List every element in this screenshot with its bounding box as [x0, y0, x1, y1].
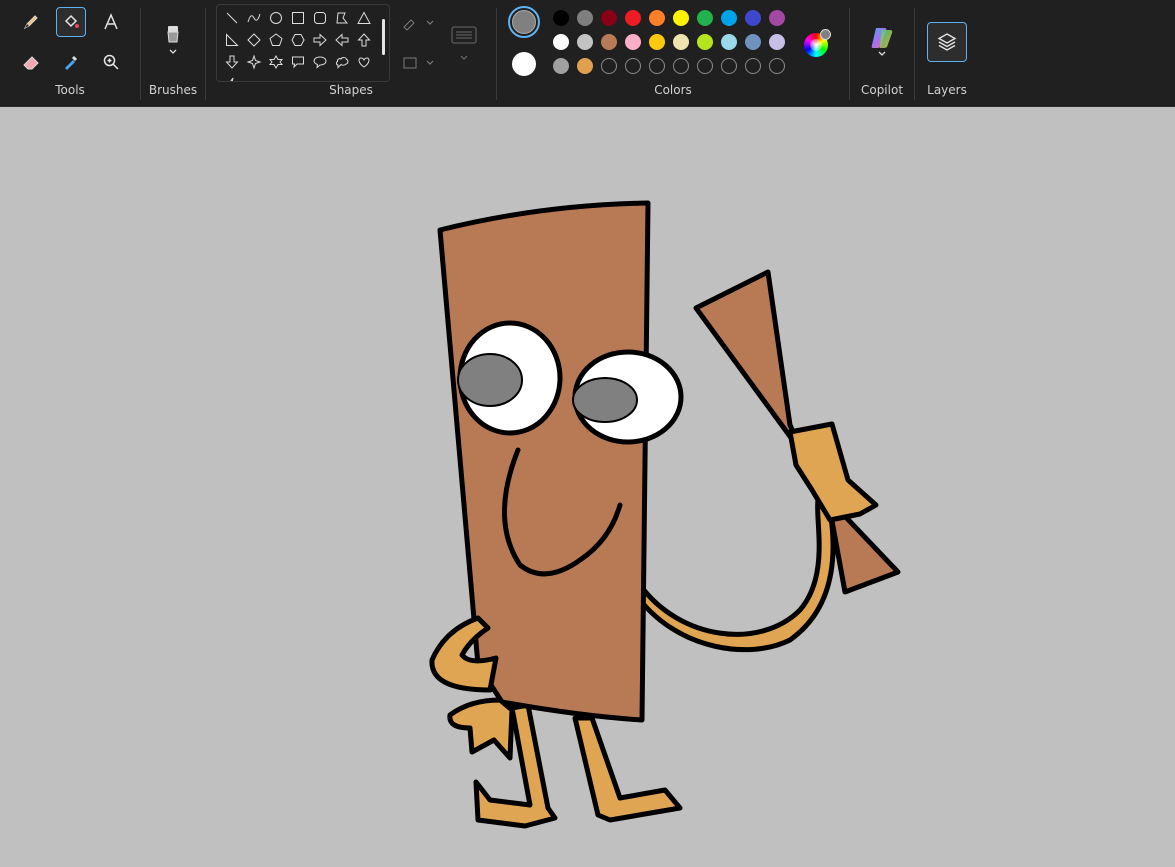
palette-swatch[interactable]: [601, 58, 617, 74]
shape-line-icon[interactable]: [221, 7, 243, 29]
right-hand: [787, 421, 879, 523]
palette-swatch[interactable]: [697, 10, 713, 26]
brush-icon[interactable]: [158, 16, 188, 64]
palette-swatch[interactable]: [577, 58, 593, 74]
shape-four-point-star-icon[interactable]: [243, 51, 265, 73]
colors-group: Colors: [497, 0, 849, 106]
shape-speech-bubble-cloud-icon[interactable]: [331, 51, 353, 73]
palette-swatch[interactable]: [745, 58, 761, 74]
chevron-down-icon: [878, 51, 886, 56]
shapes-scrollbar[interactable]: [382, 19, 385, 55]
palette-swatch[interactable]: [721, 58, 737, 74]
left-hand: [447, 697, 515, 761]
palette-swatch[interactable]: [721, 10, 737, 26]
shape-lightning-icon[interactable]: [221, 73, 243, 81]
chevron-down-icon: [169, 49, 177, 54]
shape-right-arrow-icon[interactable]: [309, 29, 331, 51]
palette-swatch[interactable]: [697, 58, 713, 74]
palette-swatch[interactable]: [625, 34, 641, 50]
palette-swatch[interactable]: [769, 34, 785, 50]
shape-speech-bubble-oval-icon[interactable]: [309, 51, 331, 73]
shape-oval-icon[interactable]: [265, 7, 287, 29]
shape-left-arrow-icon[interactable]: [331, 29, 353, 51]
color-picker-icon[interactable]: [56, 47, 86, 77]
layers-label: Layers: [927, 83, 967, 97]
color2-button[interactable]: [512, 52, 536, 76]
shape-curve-icon[interactable]: [243, 7, 265, 29]
right-leg: [572, 715, 683, 823]
left-pupil: [457, 353, 523, 407]
palette-swatch[interactable]: [769, 58, 785, 74]
tools-label: Tools: [55, 83, 85, 97]
shapes-label: Shapes: [329, 83, 373, 97]
palette-swatch[interactable]: [721, 34, 737, 50]
shape-rectangle-icon[interactable]: [287, 7, 309, 29]
tools-group: Tools: [0, 0, 140, 106]
shape-six-point-star-icon[interactable]: [265, 51, 287, 73]
shape-pentagon-icon[interactable]: [265, 29, 287, 51]
palette-swatch[interactable]: [553, 34, 569, 50]
shapes-group: Shapes: [206, 0, 496, 106]
palette-swatch[interactable]: [697, 34, 713, 50]
palette-swatch[interactable]: [625, 58, 641, 74]
fill-icon[interactable]: [56, 7, 86, 37]
colors-label: Colors: [654, 83, 692, 97]
brushes-label: Brushes: [148, 83, 198, 97]
shapes-gallery: [216, 4, 390, 82]
shape-polygon-icon[interactable]: [331, 7, 353, 29]
palette-swatch[interactable]: [649, 58, 665, 74]
pencil-icon[interactable]: [16, 7, 46, 37]
shape-heart-icon[interactable]: [353, 51, 375, 73]
palette-swatch[interactable]: [553, 10, 569, 26]
layers-group: Layers: [915, 0, 979, 106]
palette-swatch[interactable]: [649, 10, 665, 26]
palette-swatch[interactable]: [601, 34, 617, 50]
edit-colors-icon[interactable]: [804, 29, 831, 57]
right-pupil: [572, 377, 638, 423]
shape-rounded-rectangle-icon[interactable]: [309, 7, 331, 29]
copilot-group: Copilot: [850, 0, 914, 106]
layers-icon[interactable]: [927, 22, 967, 62]
text-icon[interactable]: [96, 7, 126, 37]
ribbon-toolbar: Tools Brushes Shapes Colors Copilot Laye…: [0, 0, 1175, 107]
shape-up-arrow-icon[interactable]: [353, 29, 375, 51]
palette-swatch[interactable]: [673, 34, 689, 50]
fill-shape-icon[interactable]: [398, 48, 438, 78]
copilot-icon[interactable]: [866, 18, 898, 66]
palette-swatch[interactable]: [673, 10, 689, 26]
color1-button[interactable]: [508, 6, 540, 38]
brushes-group: Brushes: [141, 0, 205, 106]
plank-character-drawing: [429, 200, 901, 829]
shape-down-arrow-icon[interactable]: [221, 51, 243, 73]
palette-swatch[interactable]: [745, 34, 761, 50]
shape-speech-bubble-rect-icon[interactable]: [287, 51, 309, 73]
shape-triangle-icon[interactable]: [353, 7, 375, 29]
palette-swatch[interactable]: [649, 34, 665, 50]
palette-swatch[interactable]: [577, 34, 593, 50]
shape-diamond-icon[interactable]: [243, 29, 265, 51]
palette-swatch[interactable]: [553, 58, 569, 74]
color2-swatch: [512, 52, 536, 76]
copilot-label: Copilot: [860, 83, 904, 97]
shape-right-triangle-icon[interactable]: [221, 29, 243, 51]
size-icon[interactable]: [448, 20, 480, 68]
palette-swatch[interactable]: [625, 10, 641, 26]
drawing-canvas[interactable]: [0, 107, 1175, 867]
color1-swatch: [512, 10, 536, 34]
outline-icon[interactable]: [398, 8, 438, 38]
palette-swatch[interactable]: [769, 10, 785, 26]
magnifier-icon[interactable]: [96, 47, 126, 77]
palette-swatch[interactable]: [577, 10, 593, 26]
eraser-icon[interactable]: [16, 47, 46, 77]
shape-hexagon-icon[interactable]: [287, 29, 309, 51]
palette-swatch[interactable]: [745, 10, 761, 26]
palette-swatch[interactable]: [601, 10, 617, 26]
palette-swatch[interactable]: [673, 58, 689, 74]
right-arm: [637, 497, 836, 653]
